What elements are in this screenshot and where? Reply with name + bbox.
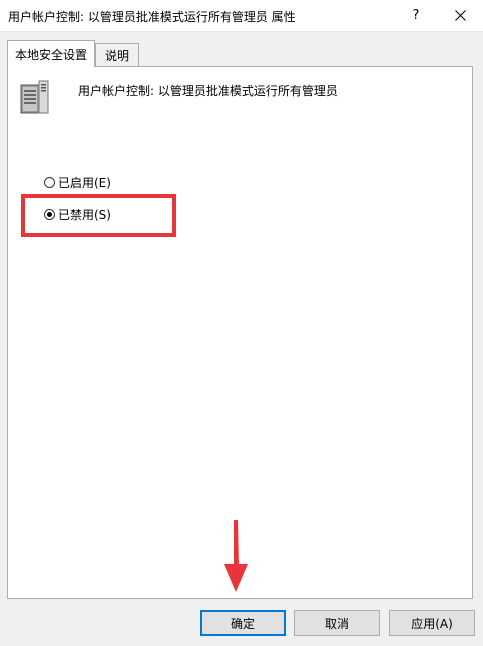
radio-unchecked-icon: [44, 177, 55, 188]
server-policy-icon: [20, 80, 49, 114]
help-button[interactable]: ?: [396, 0, 436, 31]
tab-explain[interactable]: 说明: [95, 43, 139, 66]
highlight-box: [21, 194, 176, 237]
window-title: 用户帐户控制: 以管理员批准模式运行所有管理员 属性: [8, 10, 296, 24]
apply-label: 应用(A): [411, 616, 453, 631]
tab-label: 本地安全设置: [14, 47, 87, 62]
arrow-down-icon: [224, 520, 248, 592]
close-button[interactable]: [437, 0, 483, 31]
tab-label: 说明: [104, 48, 129, 63]
cancel-label: 取消: [324, 616, 349, 631]
enabled-label: 已启用(E): [58, 176, 111, 190]
close-icon: [454, 10, 466, 21]
help-label: ?: [412, 8, 420, 23]
tab-local-security-setting[interactable]: 本地安全设置: [7, 40, 95, 67]
apply-button[interactable]: 应用(A): [389, 610, 475, 636]
title-bar: 用户帐户控制: 以管理员批准模式运行所有管理员 属性 ?: [0, 0, 483, 32]
cancel-button[interactable]: 取消: [294, 610, 380, 636]
enabled-radio[interactable]: 已启用(E): [44, 174, 111, 191]
ok-label: 确定: [230, 616, 255, 631]
ok-button[interactable]: 确定: [200, 610, 286, 636]
policy-name: 用户帐户控制: 以管理员批准模式运行所有管理员: [78, 84, 338, 98]
